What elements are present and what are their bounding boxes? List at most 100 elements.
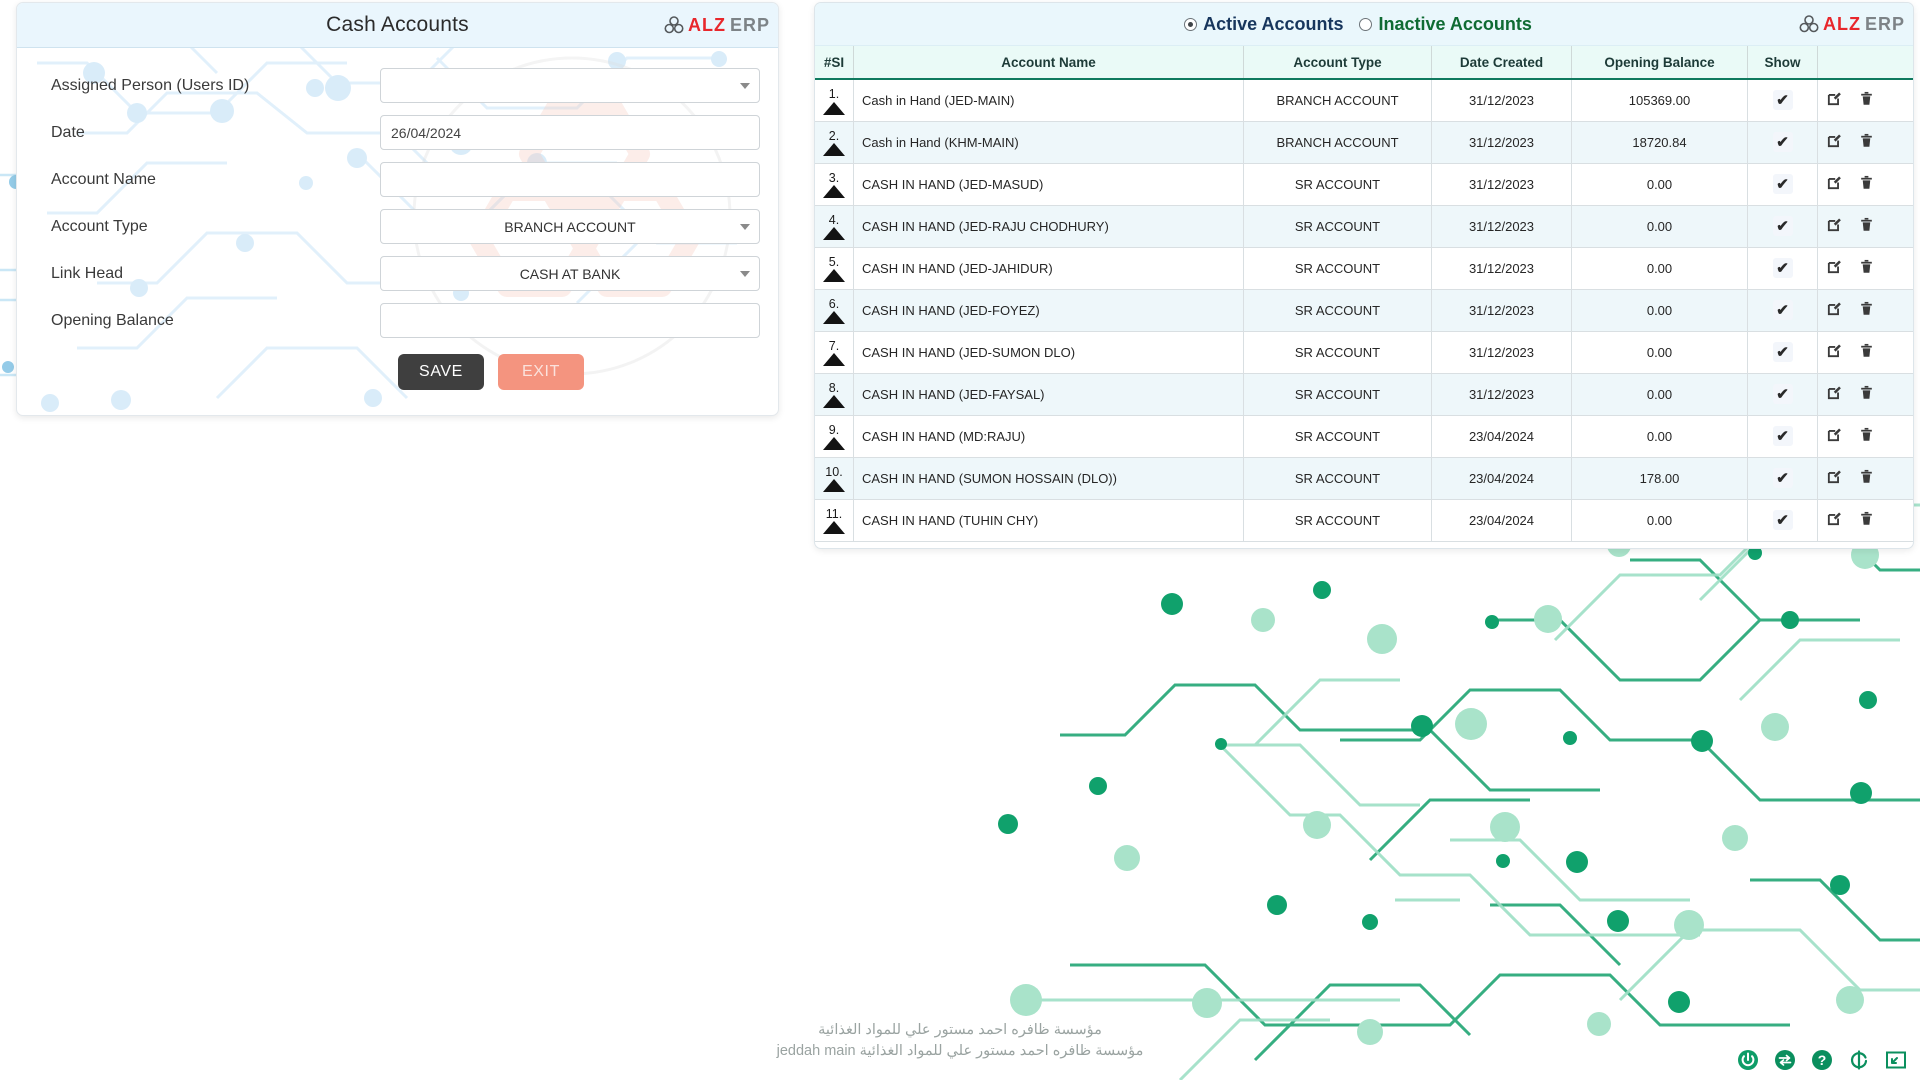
show-check-icon[interactable]: ✔ (1772, 468, 1793, 488)
move-up-triangle-icon[interactable] (823, 353, 845, 367)
move-up-triangle-icon[interactable] (823, 395, 845, 409)
table-row[interactable]: 6. CASH IN HAND (JED-FOYEZ) SR ACCOUNT 31/1… (815, 289, 1913, 332)
move-up-triangle-icon[interactable] (823, 479, 845, 493)
cell-account-name: CASH IN HAND (JED-MASUD) (853, 163, 1244, 206)
edit-icon[interactable] (1826, 510, 1843, 530)
field-row-account-name: Account Name (35, 156, 760, 203)
account-status-radio-group: Active Accounts Inactive Accounts (1184, 14, 1532, 35)
table-row[interactable]: 3. CASH IN HAND (JED-MASUD) SR ACCOUNT 31/1… (815, 163, 1913, 206)
show-check-icon[interactable]: ✔ (1772, 510, 1793, 530)
show-check-icon[interactable]: ✔ (1772, 174, 1793, 194)
link-head-select[interactable]: CASH AT BANK (380, 256, 760, 291)
radio-active-accounts-label: Active Accounts (1203, 13, 1344, 34)
cell-actions (1817, 289, 1913, 332)
delete-icon[interactable] (1859, 90, 1874, 110)
show-check-icon[interactable]: ✔ (1772, 384, 1793, 404)
save-button[interactable]: SAVE (398, 354, 484, 390)
account-type-select[interactable]: BRANCH ACCOUNT (380, 209, 760, 244)
move-up-triangle-icon[interactable] (823, 227, 845, 241)
move-up-triangle-icon[interactable] (823, 269, 845, 283)
delete-icon[interactable] (1859, 510, 1874, 530)
cell-si: 11. (815, 499, 854, 542)
power-icon[interactable] (1736, 1048, 1760, 1072)
move-up-triangle-icon[interactable] (823, 311, 845, 325)
col-header-date[interactable]: Date Created (1431, 46, 1572, 80)
opening-balance-input[interactable] (380, 303, 760, 338)
show-check-icon[interactable]: ✔ (1772, 300, 1793, 320)
edit-icon[interactable] (1826, 384, 1843, 404)
col-header-balance[interactable]: Opening Balance (1571, 46, 1748, 80)
swap-icon[interactable] (1773, 1048, 1797, 1072)
radio-active-accounts[interactable]: Active Accounts (1184, 14, 1343, 35)
edit-icon[interactable] (1826, 216, 1843, 236)
delete-icon[interactable] (1859, 132, 1874, 152)
delete-icon[interactable] (1859, 384, 1874, 404)
cell-opening-balance: 0.00 (1571, 331, 1748, 374)
delete-icon[interactable] (1859, 468, 1874, 488)
exit-button[interactable]: EXIT (498, 354, 584, 390)
delete-icon[interactable] (1859, 426, 1874, 446)
cell-account-type: SR ACCOUNT (1243, 457, 1432, 500)
show-check-icon[interactable]: ✔ (1772, 258, 1793, 278)
delete-icon[interactable] (1859, 174, 1874, 194)
delete-icon[interactable] (1859, 342, 1874, 362)
radio-inactive-accounts[interactable]: Inactive Accounts (1359, 14, 1532, 35)
table-row[interactable]: 10. CASH IN HAND (SUMON HOSSAIN (DLO)) SR … (815, 457, 1913, 500)
cell-show: ✔ (1747, 289, 1818, 332)
edit-icon[interactable] (1826, 468, 1843, 488)
table-row[interactable]: 4. CASH IN HAND (JED-RAJU CHODHURY) SR ACC… (815, 205, 1913, 248)
date-input[interactable] (380, 115, 760, 150)
col-header-si[interactable]: #SI (815, 46, 854, 80)
cell-actions (1817, 373, 1913, 416)
table-row[interactable]: 9. CASH IN HAND (MD:RAJU) SR ACCOUNT 23/04/… (815, 415, 1913, 458)
edit-icon[interactable] (1826, 132, 1843, 152)
row-index: 7. (828, 338, 840, 353)
help-icon[interactable]: ? (1810, 1048, 1834, 1072)
table-row[interactable]: 8. CASH IN HAND (JED-FAYSAL) SR ACCOUNT 31/… (815, 373, 1913, 416)
col-header-type[interactable]: Account Type (1243, 46, 1432, 80)
table-row[interactable]: 7. CASH IN HAND (JED-SUMON DLO) SR ACCOUNT… (815, 331, 1913, 374)
row-index: 8. (828, 380, 840, 395)
col-header-show[interactable]: Show (1747, 46, 1818, 80)
cell-show: ✔ (1747, 79, 1818, 122)
show-check-icon[interactable]: ✔ (1772, 90, 1793, 111)
table-row[interactable]: 5. CASH IN HAND (JED-JAHIDUR) SR ACCOUNT 31… (815, 247, 1913, 290)
form-body: Assigned Person (Users ID) Date Account … (17, 48, 778, 390)
move-up-triangle-icon[interactable] (823, 143, 845, 157)
account-name-input[interactable] (380, 162, 760, 197)
fullscreen-icon[interactable] (1884, 1048, 1908, 1072)
row-index: 9. (828, 422, 840, 437)
delete-icon[interactable] (1859, 258, 1874, 278)
table-row[interactable]: 11. CASH IN HAND (TUHIN CHY) SR ACCOUNT 23/… (815, 499, 1913, 542)
row-index: 5. (828, 254, 840, 269)
edit-icon[interactable] (1826, 426, 1843, 446)
edit-icon[interactable] (1826, 174, 1843, 194)
table-row[interactable]: 1. Cash in Hand (JED-MAIN) BRANCH ACCOUNT 3… (815, 79, 1913, 122)
page-title: Cash Accounts (326, 13, 469, 36)
cash-accounts-form-panel: Cash Accounts ALZ ERP Assigned Person (Us… (16, 2, 779, 416)
show-check-icon[interactable]: ✔ (1772, 426, 1793, 446)
refresh-icon[interactable] (1847, 1048, 1871, 1072)
edit-icon[interactable] (1826, 90, 1843, 110)
move-up-triangle-icon[interactable] (823, 185, 845, 199)
move-up-triangle-icon[interactable] (823, 437, 845, 451)
cell-actions (1817, 457, 1913, 500)
edit-icon[interactable] (1826, 300, 1843, 320)
branch-name-arabic: jeddah main مؤسسة ظافره احمد مستور علي ل… (776, 1042, 1144, 1059)
cell-date-created: 31/12/2023 (1431, 373, 1572, 416)
edit-icon[interactable] (1826, 342, 1843, 362)
delete-icon[interactable] (1859, 216, 1874, 236)
cell-account-name: CASH IN HAND (JED-FOYEZ) (853, 289, 1244, 332)
show-check-icon[interactable]: ✔ (1772, 216, 1793, 236)
col-header-name[interactable]: Account Name (853, 46, 1244, 80)
account-status-filter-bar: Active Accounts Inactive Accounts ALZ ERP (815, 3, 1913, 46)
assigned-person-select[interactable] (380, 68, 760, 103)
show-check-icon[interactable]: ✔ (1772, 342, 1793, 362)
delete-icon[interactable] (1859, 300, 1874, 320)
move-up-triangle-icon[interactable] (823, 101, 845, 115)
move-up-triangle-icon[interactable] (823, 521, 845, 535)
show-check-icon[interactable]: ✔ (1772, 132, 1793, 152)
table-row[interactable]: 2. Cash in Hand (KHM-MAIN) BRANCH ACCOUNT 3… (815, 121, 1913, 164)
cell-opening-balance: 0.00 (1571, 415, 1748, 458)
edit-icon[interactable] (1826, 258, 1843, 278)
